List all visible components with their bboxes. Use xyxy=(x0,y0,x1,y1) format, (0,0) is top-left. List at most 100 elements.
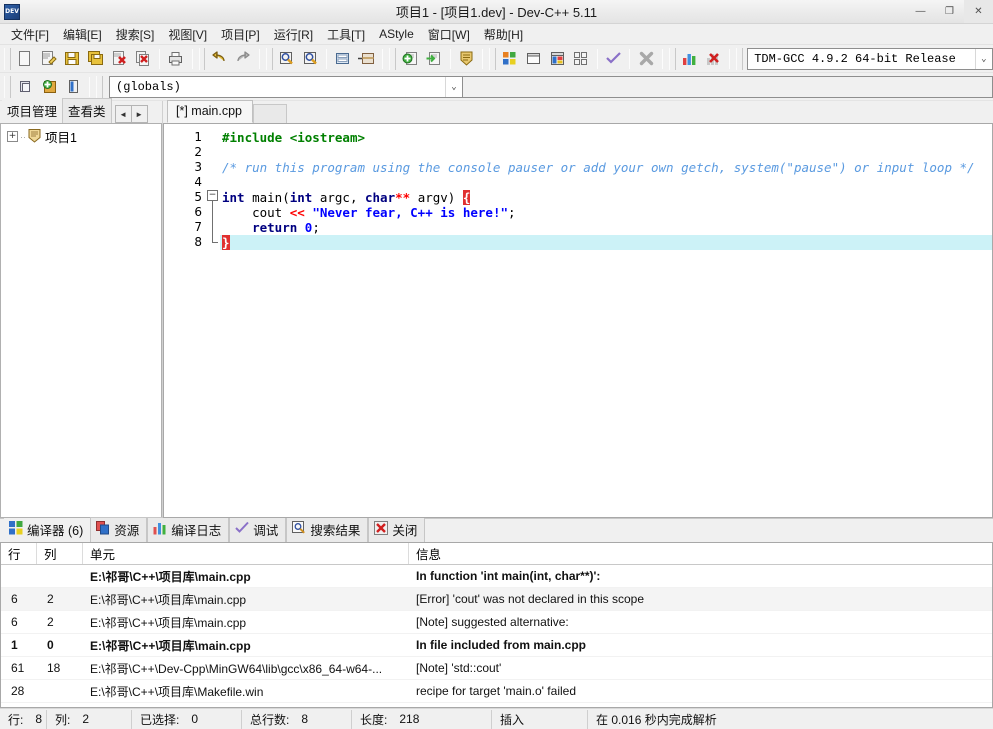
undo-icon[interactable] xyxy=(207,47,231,70)
code-line[interactable]: cout << "Never fear, C++ is here!"; xyxy=(220,205,992,220)
tab-compiler[interactable]: 编译器 (6) xyxy=(4,518,91,542)
syntax-check-icon[interactable] xyxy=(602,47,626,70)
menu-tools[interactable]: 工具[T] xyxy=(320,24,372,45)
add-to-project-icon[interactable] xyxy=(398,47,422,70)
code-line[interactable]: int main(int argc, char** argv) { xyxy=(220,190,992,205)
menu-edit[interactable]: 编辑[E] xyxy=(56,24,109,45)
table-row[interactable]: 6 2 E:\祁哥\C++\项目库\main.cpp [Error] 'cout' w… xyxy=(1,588,992,611)
code-line[interactable]: #include <iostream> xyxy=(220,130,992,145)
status-length-label: 长度: xyxy=(360,712,388,727)
code-fold-column[interactable]: − xyxy=(206,124,220,517)
toolbar-grip[interactable] xyxy=(489,47,497,70)
toolbar-grip[interactable] xyxy=(736,47,744,70)
menu-window[interactable]: 窗口[W] xyxy=(421,24,477,45)
menu-file[interactable]: 文件[F] xyxy=(4,24,56,45)
stop-execution-icon[interactable] xyxy=(634,47,658,70)
tab-class-browser[interactable]: 查看类 xyxy=(62,98,112,123)
table-row[interactable]: 61 18 E:\祁哥\C++\Dev-Cpp\MinGW64\lib\gcc\x8… xyxy=(1,657,992,680)
toolbar-grip[interactable] xyxy=(96,75,103,98)
compile-and-run-icon[interactable] xyxy=(545,47,569,70)
chevron-down-icon[interactable]: ⌄ xyxy=(445,76,462,97)
find-icon[interactable] xyxy=(275,47,299,70)
toolbar-grip[interactable] xyxy=(669,47,676,70)
project-tree[interactable]: + ·· 项目1 xyxy=(0,123,162,518)
close-button[interactable]: ✕ xyxy=(964,0,993,23)
code-editor[interactable]: 12345678 − #include <iostream> /* run th… xyxy=(163,123,993,518)
profile-icon[interactable] xyxy=(678,47,702,70)
tab-debug[interactable]: 调试 xyxy=(229,517,287,542)
goto-function-icon[interactable] xyxy=(355,47,379,70)
code-line[interactable] xyxy=(220,175,992,190)
maximize-button[interactable]: ❐ xyxy=(935,0,964,23)
code-line[interactable]: } xyxy=(220,235,992,250)
close-file-icon[interactable] xyxy=(108,47,132,70)
menu-astyle[interactable]: AStyle xyxy=(372,25,421,43)
code-line[interactable]: return 0; xyxy=(220,220,992,235)
tab-resources[interactable]: 资源 xyxy=(90,517,148,542)
toolbar-separator xyxy=(382,48,384,69)
search-results-icon xyxy=(292,521,306,538)
rebuild-all-icon[interactable] xyxy=(569,47,593,70)
column-header-line[interactable]: 行 xyxy=(1,543,37,564)
tab-main-cpp[interactable]: [*] main.cpp xyxy=(167,100,254,123)
code-text[interactable]: #include <iostream> /* run this program … xyxy=(220,124,992,517)
delete-profile-icon[interactable] xyxy=(702,47,726,70)
menu-search[interactable]: 搜索[S] xyxy=(109,24,162,45)
menu-run[interactable]: 运行[R] xyxy=(267,24,320,45)
compiler-messages-grid[interactable]: 行 列 单元 信息 E:\祁哥\C++\项目库\main.cpp In funct… xyxy=(0,542,993,708)
tab-compile-log[interactable]: 编译日志 xyxy=(147,517,230,542)
table-row[interactable]: E:\祁哥\C++\项目库\main.cpp In function 'int m… xyxy=(1,565,992,588)
compile-icon[interactable] xyxy=(498,47,522,70)
table-row[interactable]: 6 2 E:\祁哥\C++\项目库\main.cpp [Note] suggested… xyxy=(1,611,992,634)
menu-help[interactable]: 帮助[H] xyxy=(477,24,530,45)
replace-icon[interactable] xyxy=(298,47,322,70)
status-insert-mode: 插入 xyxy=(492,709,588,729)
toolbar-grip[interactable] xyxy=(4,47,11,70)
column-header-message[interactable]: 信息 xyxy=(409,543,992,564)
run-icon[interactable] xyxy=(522,47,546,70)
fold-collapse-icon[interactable]: − xyxy=(207,190,218,201)
toolbar-grip[interactable] xyxy=(4,75,11,98)
tab-close[interactable]: 关闭 xyxy=(368,517,426,542)
column-header-col[interactable]: 列 xyxy=(37,543,83,564)
save-icon[interactable] xyxy=(60,47,84,70)
code-line[interactable]: /* run this program using the console pa… xyxy=(220,160,992,175)
remove-from-project-icon[interactable] xyxy=(422,47,446,70)
project-options-icon[interactable] xyxy=(455,47,479,70)
new-file-icon[interactable] xyxy=(13,47,37,70)
minimize-button[interactable]: — xyxy=(906,0,935,23)
tab-search-results[interactable]: 搜索结果 xyxy=(286,517,369,542)
compiler-select[interactable]: TDM-GCC 4.9.2 64-bit Release ⌄ xyxy=(747,47,993,70)
menu-project[interactable]: 项目[P] xyxy=(214,24,267,45)
print-icon[interactable] xyxy=(164,47,188,70)
open-file-icon[interactable] xyxy=(37,47,61,70)
goto-line-icon[interactable] xyxy=(331,47,355,70)
toolbar-grip[interactable] xyxy=(265,47,273,70)
expand-plus-icon[interactable]: + xyxy=(7,131,18,142)
cell-line: 1 xyxy=(11,638,18,652)
toolbar-separator xyxy=(629,48,631,69)
toolbar-separator xyxy=(191,48,193,69)
column-header-unit[interactable]: 单元 xyxy=(83,543,409,564)
save-all-icon[interactable] xyxy=(84,47,108,70)
code-line[interactable] xyxy=(220,145,992,160)
toolbar-grip[interactable] xyxy=(389,47,397,70)
tab-scroll-right-icon[interactable]: ► xyxy=(130,105,148,123)
insert-icon[interactable] xyxy=(37,75,61,98)
menu-view[interactable]: 视图[V] xyxy=(161,24,214,45)
redo-icon[interactable] xyxy=(231,47,255,70)
chevron-down-icon[interactable]: ⌄ xyxy=(974,48,992,69)
toolbar-grip[interactable] xyxy=(198,47,206,70)
tab-scroll-left-icon[interactable]: ◄ xyxy=(114,105,132,123)
table-row[interactable]: 28 E:\祁哥\C++\项目库\Makefile.win recipe for t… xyxy=(1,680,992,703)
tab-project-manager[interactable]: 项目管理 xyxy=(2,99,63,123)
scope-select-value: (globals) xyxy=(116,79,181,94)
code-token: <iostream> xyxy=(289,130,365,145)
new-project-icon[interactable] xyxy=(13,75,37,98)
toggle-icon[interactable] xyxy=(61,75,85,98)
tree-item-project[interactable]: + ·· 项目1 xyxy=(1,124,161,148)
scope-select[interactable]: (globals) ⌄ xyxy=(109,75,463,98)
cell-unit: E:\祁哥\C++\项目库\Makefile.win xyxy=(90,684,264,699)
table-row[interactable]: 1 0 E:\祁哥\C++\项目库\main.cpp In file included… xyxy=(1,634,992,657)
close-all-icon[interactable] xyxy=(131,47,155,70)
